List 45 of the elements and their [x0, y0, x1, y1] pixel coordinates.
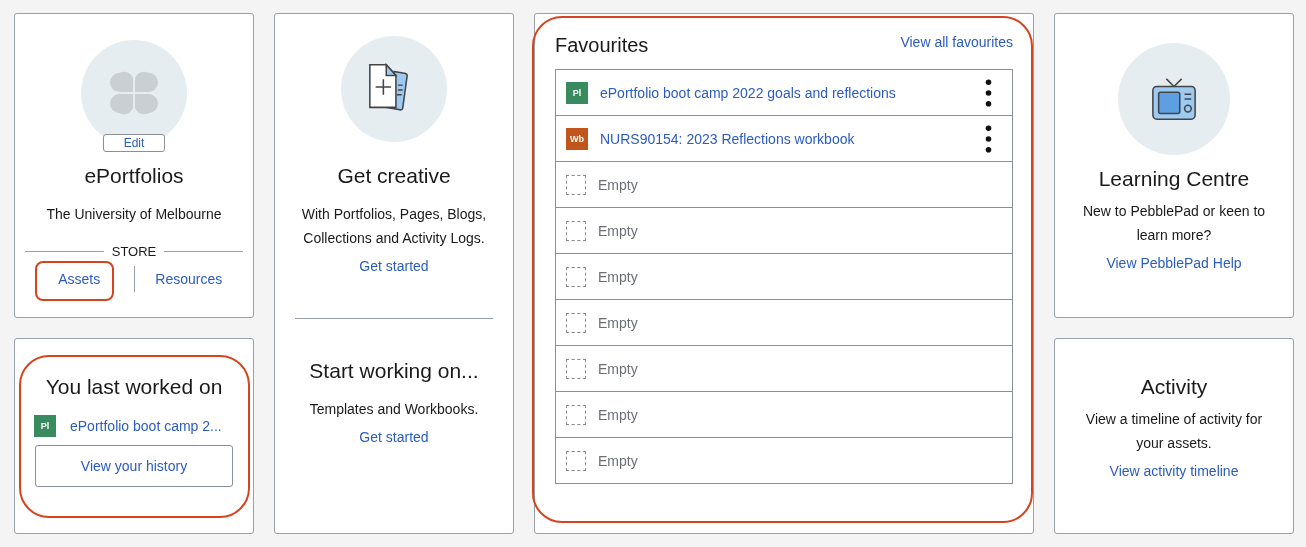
edit-button[interactable]: Edit [102, 134, 166, 152]
card-title: You last worked on [45, 375, 223, 399]
empty-slot-icon [566, 266, 586, 287]
card-title: Learning Centre [1098, 167, 1250, 191]
activity-link[interactable]: View activity timeline [1109, 463, 1239, 479]
more-options-icon[interactable] [985, 124, 992, 153]
empty-label: Empty [598, 176, 638, 193]
empty-label: Empty [598, 222, 638, 239]
section-description: With Portfolios, Pages, Blogs, Collections and Activity Logs. [300, 205, 488, 248]
section-title: Get creative [337, 164, 451, 188]
institution-name: The University of Melbourne [46, 205, 222, 224]
favourite-link[interactable]: NURS90154: 2023 Reflections workbook [600, 130, 973, 147]
asset-badge: Pl [566, 81, 588, 104]
section-title: Start working on... [309, 359, 479, 383]
store-link[interactable]: Assets [58, 271, 101, 287]
empty-slot-icon [566, 312, 586, 333]
more-options-icon[interactable] [985, 78, 992, 107]
empty-label: Empty [598, 268, 638, 285]
help-link[interactable]: View PebblePad Help [1106, 255, 1242, 271]
asset-link[interactable]: ePortfolio boot camp 2... [70, 418, 222, 434]
clover-icon [110, 69, 158, 117]
store-link[interactable]: Resources [155, 271, 223, 287]
empty-label: Empty [598, 406, 638, 423]
empty-label: Empty [598, 314, 638, 331]
history-button[interactable]: View your history [35, 445, 233, 487]
store-heading: STORE [111, 244, 157, 259]
empty-slot-icon [566, 220, 586, 241]
empty-slot-icon [566, 358, 586, 379]
card-description: New to PebblePad or keen to learn more? [1081, 202, 1267, 245]
view-all-link[interactable]: View all favourites [900, 34, 1013, 50]
empty-slot-icon [566, 174, 586, 195]
asset-badge: Wb [566, 127, 588, 150]
get-started-link[interactable]: Get started [359, 258, 429, 274]
empty-slot-icon [566, 450, 586, 471]
favourites-title: Favourites [555, 34, 649, 57]
card-title: ePortfolios [84, 164, 184, 188]
empty-label: Empty [598, 452, 638, 469]
section-description: Templates and Workbooks. [308, 400, 480, 419]
empty-label: Empty [598, 360, 638, 377]
favourite-link[interactable]: ePortfolio boot camp 2022 goals and reflections [600, 84, 973, 101]
asset-badge: Pl [34, 415, 56, 437]
card-title: Activity [1140, 375, 1208, 399]
card-description: View a timeline of activity for your assets. [1084, 410, 1264, 453]
empty-slot-icon [566, 404, 586, 425]
get-started-link[interactable]: Get started [359, 429, 429, 445]
